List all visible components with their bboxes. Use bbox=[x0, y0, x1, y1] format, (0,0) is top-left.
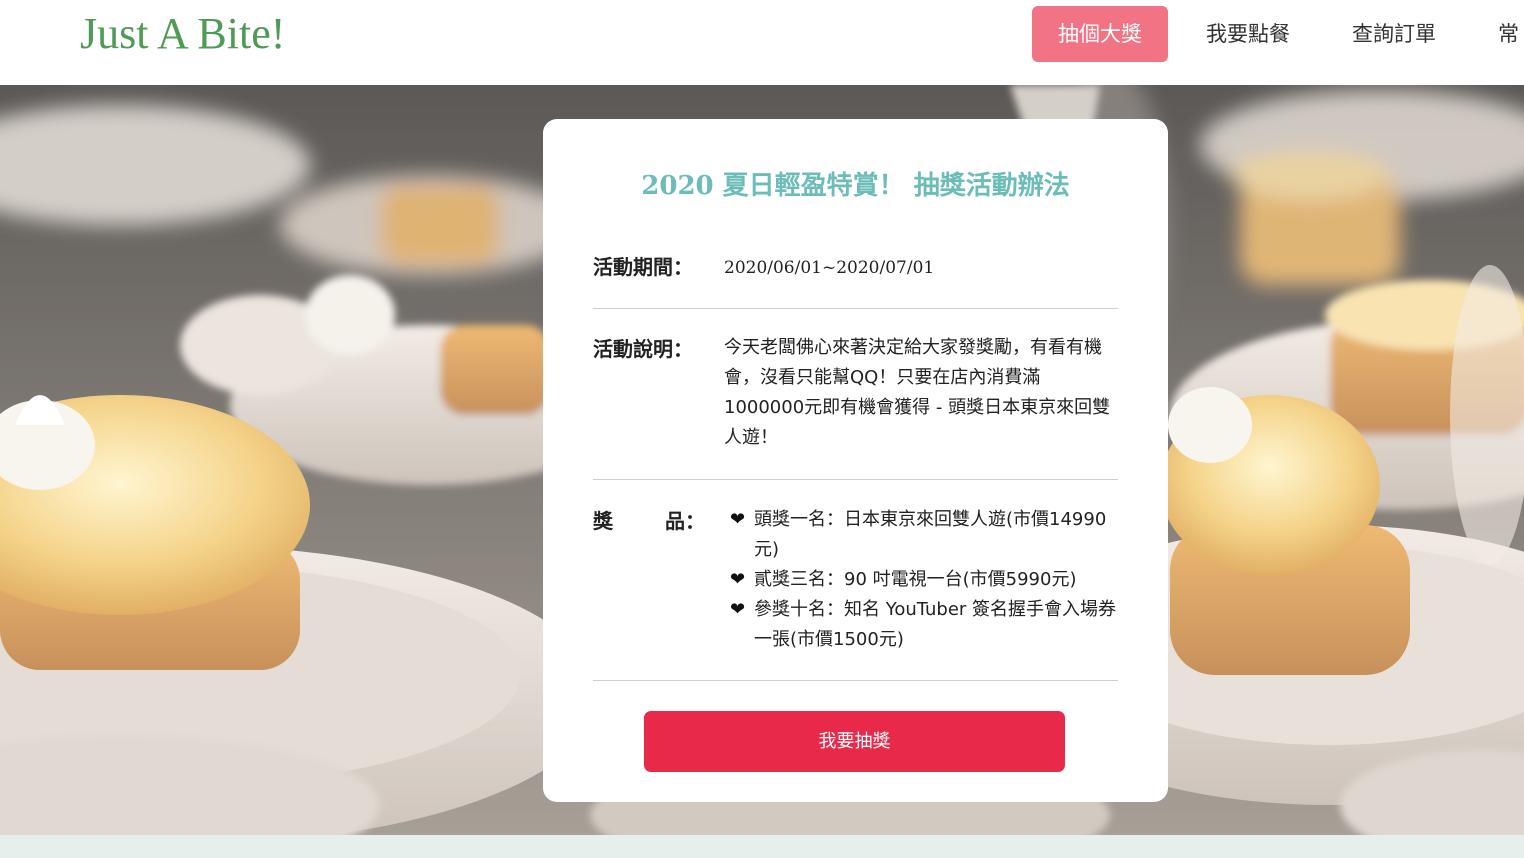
card-title: 2020 夏日輕盈特賞！ 抽獎活動辦法 bbox=[641, 171, 1070, 201]
main-nav: 抽個大獎 我要點餐 查詢訂單 常 bbox=[1032, 6, 1524, 62]
site-logo[interactable]: Just A Bite! bbox=[80, 8, 285, 59]
period-label: 活動期間： bbox=[593, 255, 693, 279]
divider bbox=[593, 680, 1118, 681]
nav-item-lottery[interactable]: 抽個大獎 bbox=[1032, 6, 1168, 62]
description-label: 活動說明： bbox=[593, 337, 693, 361]
list-item: ❤ 參獎十名：知名 YouTuber 簽名握手會入場券一張(市價1500元) bbox=[730, 595, 1118, 655]
period-value: 2020/06/01~2020/07/01 bbox=[724, 258, 935, 278]
prize-text: 貳獎三名：90 吋電視一台(市價5990元) bbox=[754, 569, 1077, 590]
nav-item-faq[interactable]: 常 bbox=[1472, 6, 1524, 62]
site-header: Just A Bite! 抽個大獎 我要點餐 查詢訂單 常 bbox=[0, 0, 1524, 85]
lottery-info-card: 2020 夏日輕盈特賞！ 抽獎活動辦法 活動期間： 2020/06/01~202… bbox=[543, 119, 1168, 802]
prize-text: 頭獎一名：日本東京來回雙人遊(市價14990元) bbox=[754, 509, 1107, 560]
prizes-label-left: 獎 bbox=[593, 509, 613, 533]
heart-icon: ❤ bbox=[730, 599, 746, 620]
prizes-label-right: 品： bbox=[665, 509, 705, 533]
nav-item-order[interactable]: 我要點餐 bbox=[1180, 6, 1316, 62]
list-item: ❤ 貳獎三名：90 吋電視一台(市價5990元) bbox=[730, 565, 1118, 595]
divider bbox=[593, 479, 1118, 480]
description-value: 今天老闆佛心來著決定給大家發獎勵，有看有機會，沒看只能幫QQ！只要在店內消費滿1… bbox=[724, 337, 1111, 448]
description-row: 活動說明： 今天老闆佛心來著決定給大家發獎勵，有看有機會，沒看只能幫QQ！只要在… bbox=[593, 333, 1118, 463]
period-row: 活動期間： 2020/06/01~2020/07/01 bbox=[593, 251, 1118, 291]
prize-list: ❤ 頭獎一名：日本東京來回雙人遊(市價14990元) ❤ 貳獎三名：90 吋電視… bbox=[730, 505, 1118, 655]
heart-icon: ❤ bbox=[730, 569, 746, 590]
prize-text: 參獎十名：知名 YouTuber 簽名握手會入場券一張(市價1500元) bbox=[754, 599, 1117, 650]
footer-strip bbox=[0, 835, 1524, 858]
nav-item-order-query[interactable]: 查詢訂單 bbox=[1326, 6, 1462, 62]
draw-lottery-button[interactable]: 我要抽獎 bbox=[644, 711, 1065, 772]
heart-icon: ❤ bbox=[730, 509, 746, 530]
divider bbox=[593, 308, 1118, 309]
list-item: ❤ 頭獎一名：日本東京來回雙人遊(市價14990元) bbox=[730, 505, 1118, 565]
prizes-row: 獎 品： ❤ 頭獎一名：日本東京來回雙人遊(市價14990元) ❤ 貳獎三名：9… bbox=[593, 505, 1118, 665]
